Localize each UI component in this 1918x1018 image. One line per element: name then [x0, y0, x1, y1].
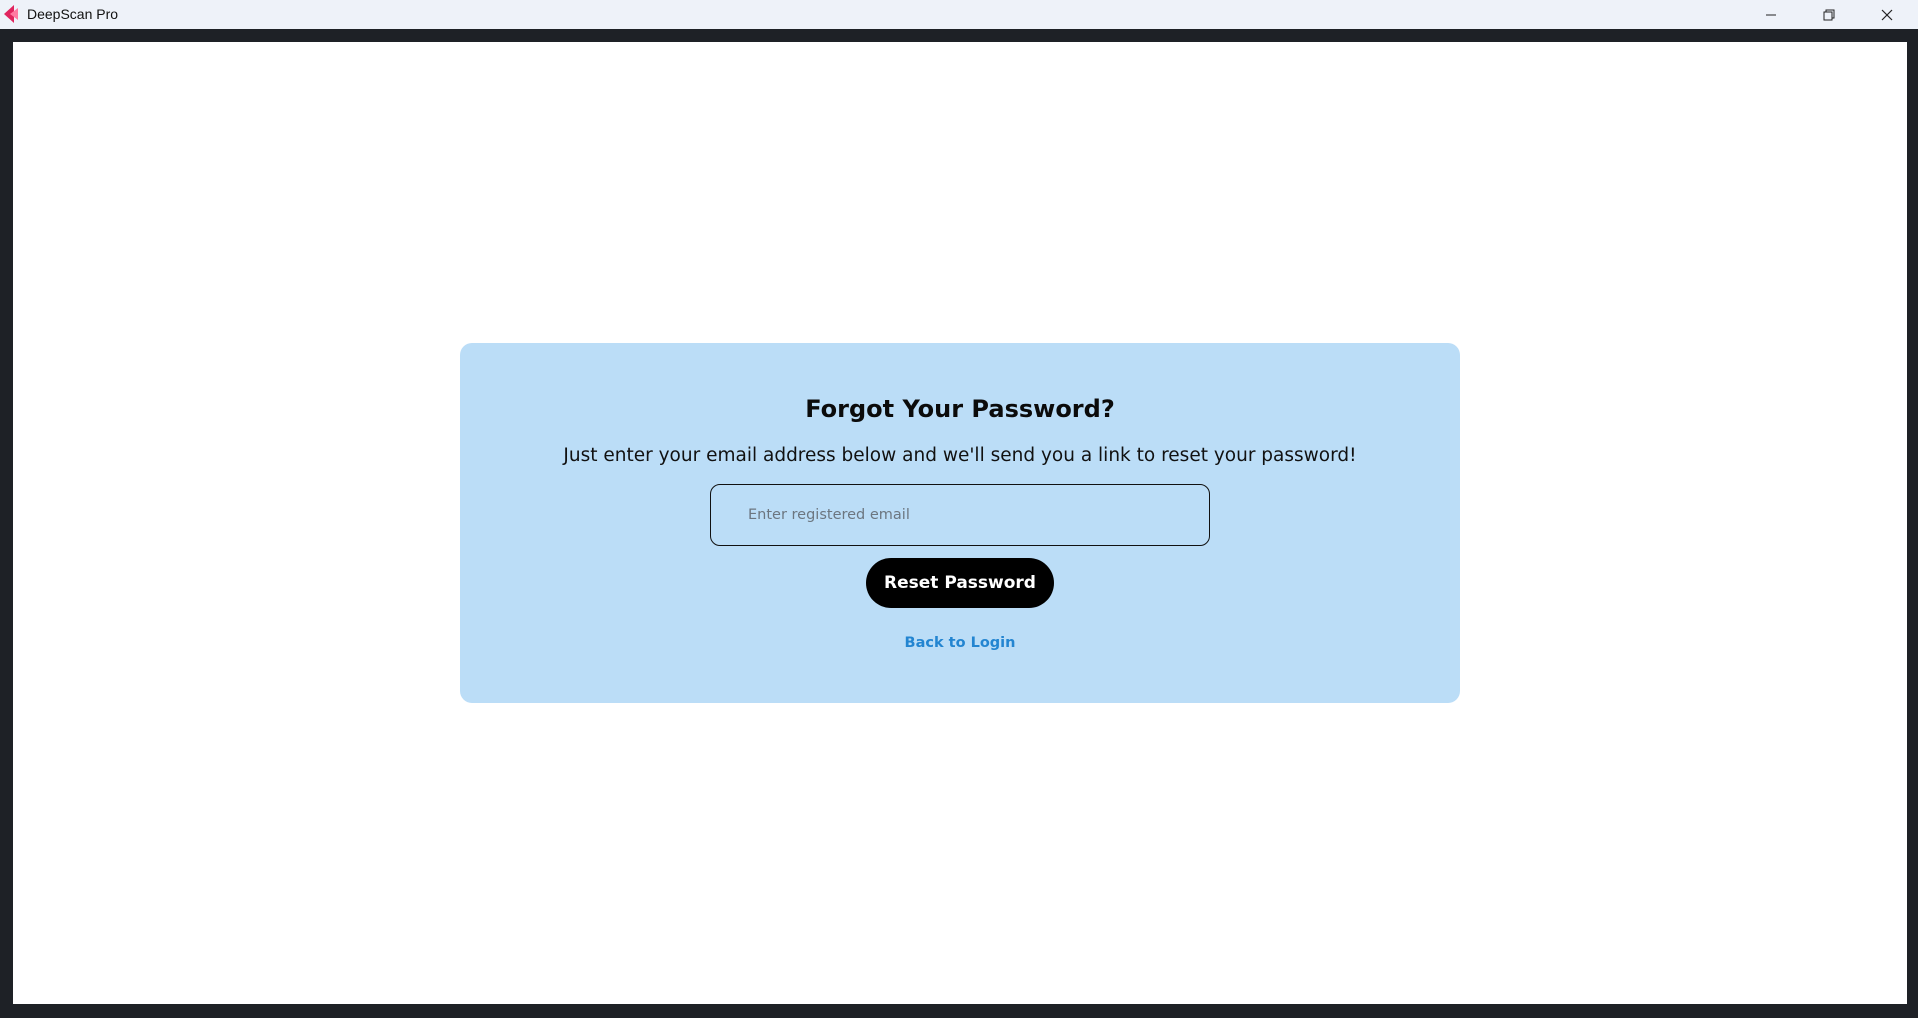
close-icon [1881, 9, 1893, 20]
title-bar[interactable]: DeepScan Pro [0, 0, 1918, 29]
instructions-text: Just enter your email address below and … [563, 445, 1357, 466]
minimize-button[interactable] [1742, 0, 1800, 29]
reset-password-button[interactable]: Reset Password [866, 558, 1054, 608]
restore-icon [1823, 9, 1835, 20]
window-title: DeepScan Pro [27, 6, 119, 22]
back-to-login-link[interactable]: Back to Login [460, 635, 1460, 651]
minimize-icon [1766, 14, 1776, 15]
app-window: DeepScan Pro Forgot Your Password? Just … [0, 0, 1918, 1018]
main-content: Forgot Your Password? Just enter your em… [13, 42, 1907, 1004]
deepscan-logo-icon [4, 5, 18, 23]
close-button[interactable] [1858, 0, 1916, 29]
page-title: Forgot Your Password? [805, 395, 1115, 423]
email-input[interactable] [710, 484, 1210, 546]
restore-button[interactable] [1800, 0, 1858, 29]
forgot-password-card: Forgot Your Password? Just enter your em… [460, 343, 1460, 703]
